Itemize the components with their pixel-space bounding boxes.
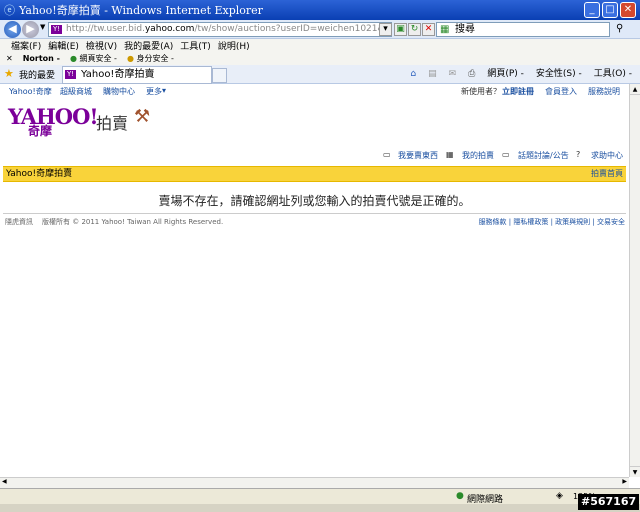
site-favicon: Y! (51, 25, 62, 34)
forum-link[interactable]: 話題討論/公告 (518, 150, 569, 161)
error-message: 賣場不存在，請確認網址列或您輸入的拍賣代號是正確的。 (158, 194, 471, 208)
web-safety-label: 網頁安全 - (79, 54, 117, 63)
address-prefix: http://tw.user.bid. (66, 24, 145, 34)
gavel-icon: ⚒ (134, 106, 151, 127)
auction-title: 拍賣 (96, 114, 129, 133)
menu-file[interactable]: 檔案(F) (11, 39, 41, 52)
address-toolbar: ◀ ▶ ▼ Y! http://tw.user.bid.yahoo.com/tw… (0, 20, 640, 39)
footer-privacy[interactable]: 隱虎資訊 (5, 217, 33, 227)
search-icon[interactable]: ⚲ (616, 23, 623, 34)
site-top-nav: Yahoo!奇摩 超級商城 購物中心 更多 ▾ 新使用者？ 立即註冊 會員登入 … (0, 86, 629, 98)
sell-link[interactable]: 我要賣東西 (398, 150, 438, 161)
help-icon: ? (576, 150, 581, 159)
close-button[interactable]: ✕ (620, 2, 636, 18)
tools-menu[interactable]: 工具(O) - (594, 67, 632, 81)
help-center-link[interactable]: 求助中心 (591, 150, 623, 161)
forward-button[interactable]: ▶ (22, 21, 39, 38)
menu-view[interactable]: 檢視(V) (86, 39, 117, 52)
scroll-up-icon[interactable]: ▲ (630, 84, 640, 95)
footer-copyright: 版權所有 © 2011 Yahoo! Taiwan All Rights Res… (42, 218, 224, 226)
safety-menu[interactable]: 安全性(S) - (536, 67, 582, 81)
norton-menu[interactable]: Norton - (23, 54, 60, 63)
footer-divider (3, 213, 626, 214)
menu-tools[interactable]: 工具(T) (180, 39, 211, 52)
auction-home-link[interactable]: 拍賣首頁 (591, 167, 623, 181)
feeds-icon[interactable]: ▤ (428, 67, 437, 81)
watermark: #567167 (578, 494, 640, 510)
register-link[interactable]: 立即註冊 (502, 86, 534, 97)
footer-links[interactable]: 服務條款 | 隱私權政策 | 政策與規則 | 交易安全 (479, 217, 625, 227)
bottom-strip (0, 504, 640, 512)
mail-icon[interactable]: ✉ (449, 67, 457, 81)
my-auction-link[interactable]: 我的拍賣 (462, 150, 494, 161)
yahoo-logo-sub: 奇摩 (28, 124, 53, 138)
scroll-right-icon[interactable]: ▶ (622, 478, 627, 485)
nav-yahoo-home[interactable]: Yahoo!奇摩 (9, 86, 52, 97)
scroll-down-icon[interactable]: ▼ (630, 466, 640, 477)
refresh-icon[interactable]: ↻ (408, 23, 421, 36)
menu-bar: 檔案(F) 編輯(E) 檢視(V) 我的最愛(A) 工具(T) 說明(H) (0, 39, 640, 52)
scroll-left-icon[interactable]: ◀ (2, 478, 7, 485)
address-dropdown-icon[interactable]: ▾ (379, 23, 392, 36)
tab-yahoo-auction[interactable]: Y! Yahoo!奇摩拍賣 (62, 66, 212, 84)
back-button[interactable]: ◀ (4, 21, 21, 38)
section-title: Yahoo!奇摩拍賣 (6, 169, 73, 179)
new-user-text: 新使用者？ (461, 87, 501, 96)
norton-close-icon[interactable]: ✕ (6, 54, 13, 63)
web-safety-icon: ● (69, 54, 77, 63)
window-titlebar: ⓔ Yahoo!奇摩拍賣 - Windows Internet Explorer… (0, 0, 640, 20)
yahoo-logo[interactable]: YAHOO! (8, 104, 99, 129)
vertical-scrollbar[interactable]: ▲ ▼ (629, 84, 640, 477)
window-title: Yahoo!奇摩拍賣 - Windows Internet Explorer (19, 4, 263, 17)
favorites-star-icon[interactable]: ★ (4, 67, 14, 80)
page-content: Yahoo!奇摩 超級商城 購物中心 更多 ▾ 新使用者？ 立即註冊 會員登入 … (0, 84, 629, 477)
address-host: yahoo.com (144, 24, 195, 34)
chevron-down-icon: ▾ (162, 86, 167, 95)
search-input[interactable]: ▦ 搜尋 (436, 22, 610, 37)
protected-mode-icon: ◈ (556, 491, 563, 501)
norton-toolbar: ✕ Norton - ● 網頁安全 - ● 身分安全 - (0, 52, 640, 65)
nav-super-mall[interactable]: 超級商城 (60, 86, 92, 97)
maximize-button[interactable]: □ (602, 2, 618, 18)
menu-edit[interactable]: 編輯(E) (48, 39, 79, 52)
norton-web-safety[interactable]: ● 網頁安全 - (70, 53, 117, 64)
search-provider-icon: ▦ (440, 24, 450, 35)
norton-identity[interactable]: ● 身分安全 - (127, 53, 174, 64)
address-input[interactable]: Y! http://tw.user.bid.yahoo.com/tw/show/… (48, 22, 392, 37)
login-link[interactable]: 會員登入 (545, 86, 577, 97)
menu-help[interactable]: 說明(H) (218, 39, 250, 52)
section-bar: Yahoo!奇摩拍賣 拍賣首頁 (3, 166, 626, 182)
home-icon[interactable]: ⌂ (410, 67, 416, 81)
globe-icon: ● (456, 491, 464, 501)
favorites-button[interactable]: 我的最愛 (19, 68, 55, 81)
nav-more[interactable]: 更多 (146, 86, 162, 97)
compat-view-icon[interactable]: ▣ (394, 23, 407, 36)
new-tab-button[interactable] (212, 68, 227, 83)
my-auction-icon: ▦ (446, 150, 454, 159)
sell-icon: ▭ (383, 150, 391, 159)
status-bar: ● 網際網路 ◈ 125% (0, 488, 640, 505)
tab-bar: ★ 我的最愛 Y! Yahoo!奇摩拍賣 ⌂ ▤ ✉ ⎙ 網頁(P) - 安全性… (0, 65, 640, 84)
menu-favorites[interactable]: 我的最愛(A) (124, 39, 173, 52)
horizontal-scrollbar[interactable]: ◀ ▶ (0, 477, 629, 488)
print-icon[interactable]: ⎙ (468, 67, 475, 81)
identity-safety-label: 身分安全 - (136, 54, 174, 63)
stop-icon[interactable]: ✕ (422, 23, 435, 36)
tab-label: Yahoo!奇摩拍賣 (81, 69, 155, 80)
nav-shopping-center[interactable]: 購物中心 (103, 86, 135, 97)
ie-icon: ⓔ (4, 4, 15, 17)
minimize-button[interactable]: _ (584, 2, 600, 18)
forum-icon: ▭ (502, 150, 510, 159)
search-value: 搜尋 (455, 24, 475, 35)
address-path: /tw/show/auctions?userID=weichen1021&u=w… (194, 24, 391, 34)
page-menu[interactable]: 網頁(P) - (487, 67, 524, 81)
tab-favicon: Y! (65, 70, 76, 79)
help-link[interactable]: 服務說明 (588, 86, 620, 97)
history-dropdown-icon[interactable]: ▼ (40, 23, 45, 31)
identity-safety-icon: ● (126, 54, 134, 63)
